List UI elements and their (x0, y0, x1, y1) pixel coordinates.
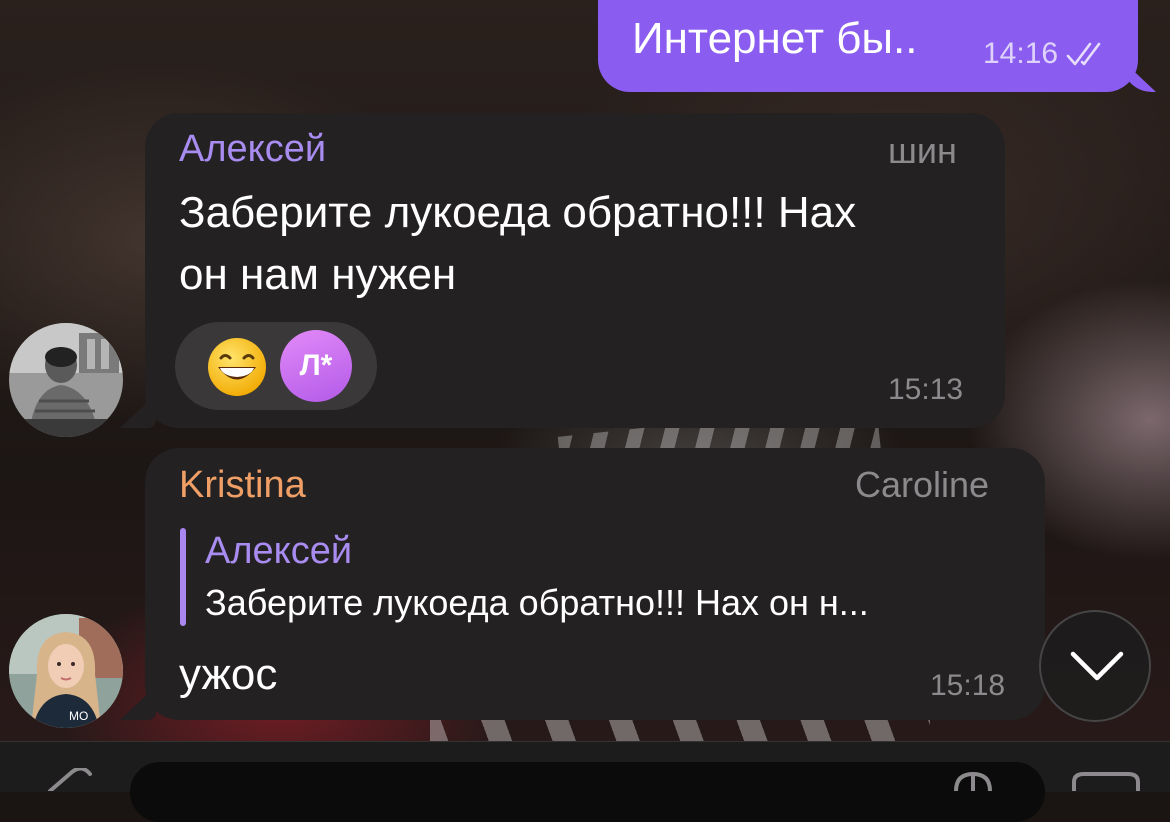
double-check-icon (1066, 42, 1101, 66)
message-time: 15:18 (930, 669, 1006, 702)
outgoing-message-text: Интернет бы.. (632, 14, 918, 63)
grinning-face-emoji-icon (208, 338, 266, 396)
reactor-avatar: Л* (280, 330, 352, 402)
sender-avatar[interactable]: MO (9, 614, 123, 728)
message-sender-name[interactable]: Kristina (179, 464, 306, 507)
paperclip-icon[interactable] (42, 768, 98, 791)
message-text-line: Заберите лукоеда обратно!!! Нах (179, 188, 857, 237)
sender-role-badge: шин (888, 130, 957, 171)
reply-accent-bar (180, 528, 186, 626)
sticker-icon[interactable] (952, 772, 994, 791)
reply-sender-name: Алексей (205, 530, 353, 572)
scroll-to-bottom-button[interactable] (1039, 610, 1151, 722)
message-sender-name[interactable]: Алексей (179, 128, 326, 171)
message-text: ужос (179, 650, 278, 699)
avatar-photo (9, 323, 123, 437)
message-input[interactable] (130, 762, 1045, 822)
message-text: Заберите лукоеда обратно!!! Нах он нам н… (179, 182, 856, 306)
outgoing-message-time: 14:16 (983, 37, 1059, 70)
chevron-down-icon (1070, 651, 1124, 681)
sender-avatar[interactable] (9, 323, 123, 437)
message-text-line: он нам нужен (179, 250, 457, 299)
sender-role-badge: Caroline (855, 464, 990, 505)
message-time: 15:13 (888, 373, 964, 406)
reply-text: Заберите лукоеда обратно!!! Нах он н... (205, 582, 869, 623)
svg-text:MO: MO (69, 709, 88, 723)
avatar-photo: MO (9, 614, 123, 728)
camera-icon[interactable] (1070, 772, 1142, 791)
